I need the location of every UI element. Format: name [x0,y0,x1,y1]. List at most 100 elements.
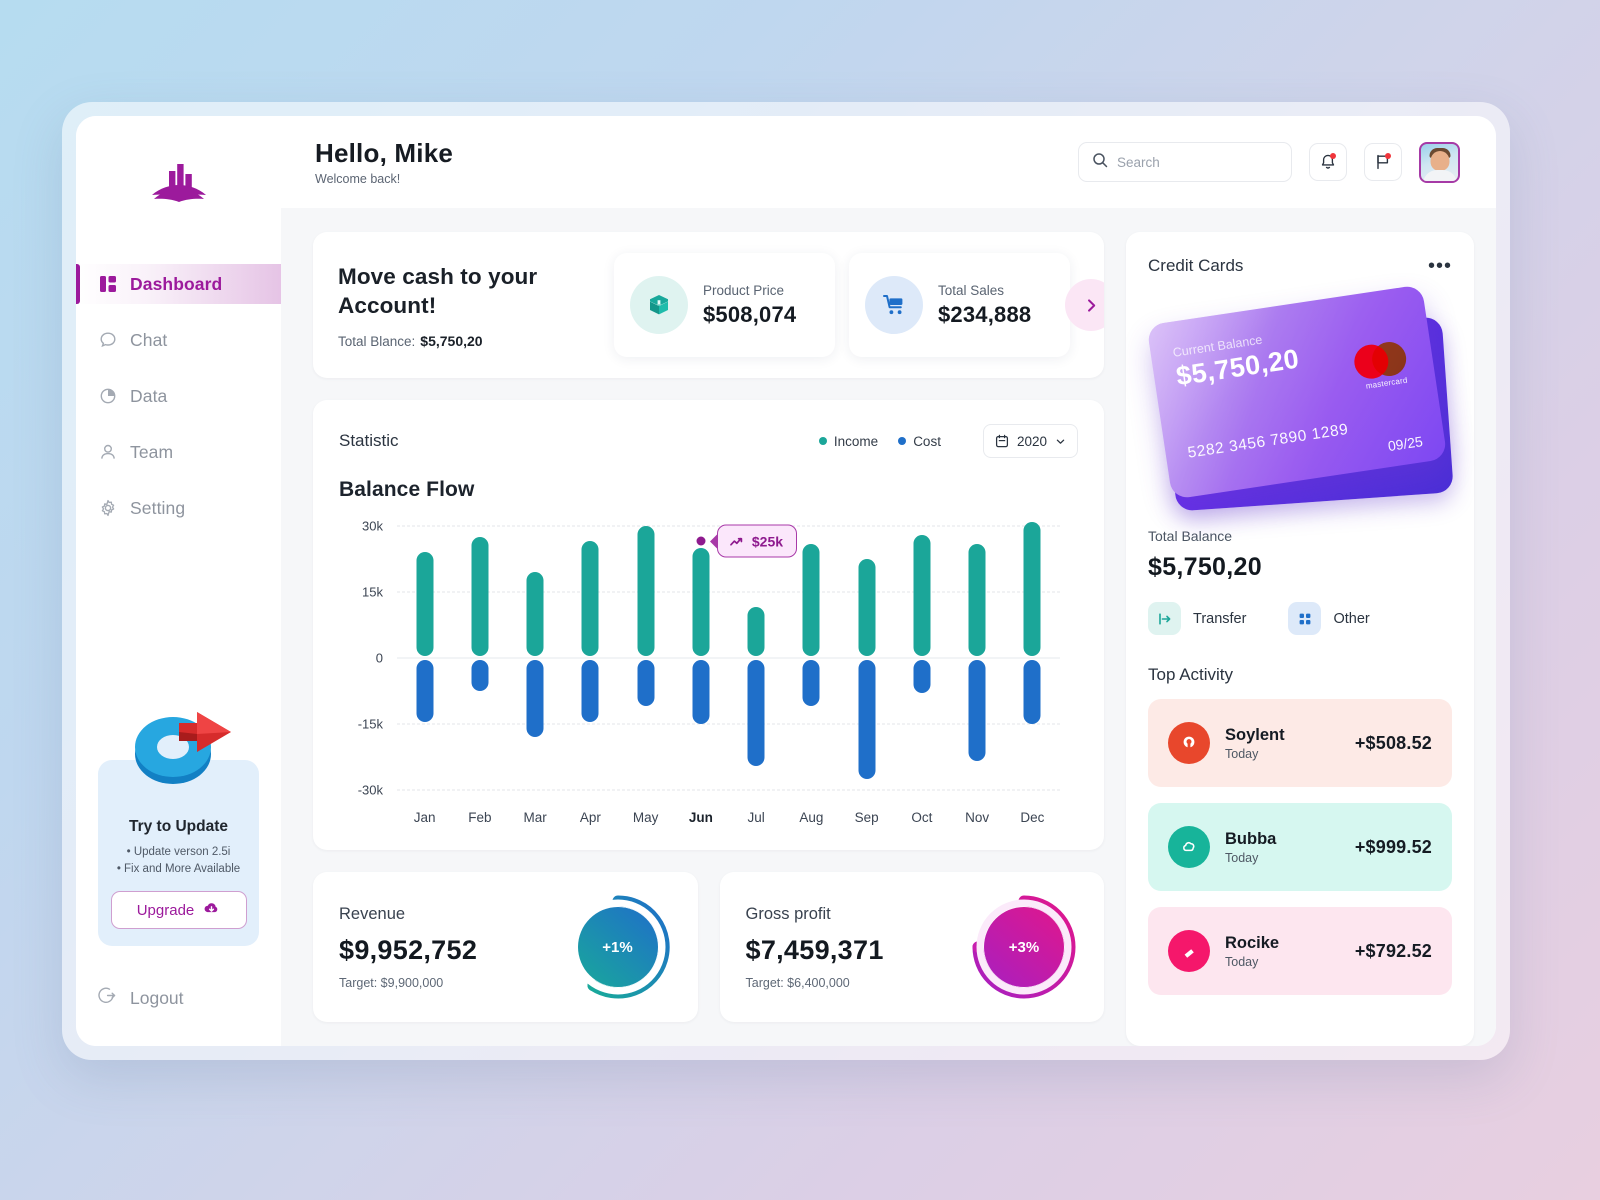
notifications-button[interactable] [1309,143,1347,181]
other-label: Other [1333,610,1370,627]
move-cash-balance-value: $5,750,20 [420,332,483,349]
sidebar-item-data[interactable]: Data [76,376,281,416]
chart-bar-group[interactable]: May [618,526,673,825]
chart-bar-income [526,572,544,657]
chart-annotation-dot [696,536,706,546]
chart-bar-group[interactable]: Mar [508,526,563,825]
app-frame: Dashboard Chat Data Team Setting Try to … [62,102,1510,1060]
chart-legend: Income Cost 2020 [818,424,1078,458]
statistic-header: Statistic Income Cost 2020 [339,424,1078,458]
chart-x-tick: Sep [854,810,879,825]
rocike-logo-icon [1168,930,1210,972]
kpi-label: Revenue [339,904,406,923]
logout-button[interactable]: Logout [76,976,281,1020]
chart-bar-group[interactable]: Sep [839,526,894,825]
kpi-row: Revenue $9,952,752 Target: $9,900,000 +1… [313,872,1104,1046]
year-select[interactable]: 2020 [982,424,1078,458]
chart-bar-cost [913,659,931,694]
move-cash-card: Move cash to your Account! Total Blance:… [313,232,1104,378]
book-chart-logo-icon [151,164,206,202]
chart-bar-cost [416,659,434,722]
chart-bar-group[interactable]: Apr [563,526,618,825]
next-arrow-button[interactable] [1065,279,1104,331]
left-column: Move cash to your Account! Total Blance:… [313,232,1104,1046]
kpi-target: Target: $6,400,000 [745,975,850,990]
bubba-cloud-logo-icon [1168,826,1210,868]
chart-bar-group[interactable]: Oct [894,526,949,825]
app-window: Dashboard Chat Data Team Setting Try to … [76,116,1496,1046]
search-box[interactable] [1078,142,1292,182]
pie-chart-icon [98,387,117,406]
activity-row-bubba[interactable]: Bubba Today +$999.52 [1148,803,1452,891]
package-box-icon [630,276,688,334]
chart-bar-cost [692,659,710,724]
activity-name: Bubba [1225,829,1277,848]
activity-time: Today [1225,746,1259,761]
transfer-button[interactable]: Transfer [1148,602,1246,635]
chart-bar-group[interactable]: Jul [729,526,784,825]
stat-total-sales[interactable]: Total Sales $234,888 [849,253,1070,357]
move-cash-text: Move cash to your Account! Total Blance:… [338,262,600,349]
more-horizontal-icon[interactable]: ••• [1428,256,1452,276]
credit-card-stack[interactable]: Current Balance $5,750,20 mastercard 528… [1146,284,1454,522]
balance-flow-chart: 30k 15k 0 -15k -30k Jan Feb Mar Apr May Jun $25k Ju… [339,516,1078,834]
sidebar-item-label: Dashboard [130,273,223,294]
search-input[interactable] [1117,154,1278,170]
stat-label: Product Price [703,282,785,298]
chart-bar-income [581,541,599,657]
dashboard-grid-icon [98,275,117,294]
shopping-cart-icon [865,276,923,334]
card-expiry: 09/25 [1386,433,1424,455]
activity-row-soylent[interactable]: Soylent Today +$508.52 [1148,699,1452,787]
balance-actions: Transfer Other [1148,602,1452,635]
calendar-icon [995,434,1008,448]
dashboard-content: Move cash to your Account! Total Blance:… [281,208,1496,1046]
chevron-right-icon [1087,298,1095,312]
other-button[interactable]: Other [1288,602,1370,635]
mastercard-logo: mastercard [1352,339,1416,392]
legend-item-cost[interactable]: Cost [898,434,941,449]
activity-text: Bubba Today [1225,830,1276,865]
logout-icon [98,986,117,1010]
soylent-logo-icon [1168,722,1210,764]
sidebar-item-setting[interactable]: Setting [76,488,281,528]
chart-bar-group[interactable]: Nov [950,526,1005,825]
transfer-label: Transfer [1193,610,1247,627]
chart-x-tick: Nov [965,810,990,825]
stat-product-price[interactable]: Product Price $508,074 [614,253,835,357]
kpi-revenue-text: Revenue $9,952,752 Target: $9,900,000 [339,905,477,990]
chart-bar-income [1023,521,1041,657]
chart-bar-income [858,559,876,657]
legend-item-income[interactable]: Income [818,434,878,449]
chevron-down-icon [1056,439,1065,444]
year-select-value: 2020 [1016,433,1047,449]
activity-row-rocike[interactable]: Rocike Today +$792.52 [1148,907,1452,995]
chart-bar-group[interactable]: Jun $25k [673,524,798,825]
upgrade-button[interactable]: Upgrade [111,891,247,929]
chart-bar-group[interactable]: Jan [397,526,452,825]
top-activity-list: Soylent Today +$508.52 Bubba Today +$999… [1148,699,1452,995]
chart-bar-group[interactable]: Dec [1005,521,1060,825]
header-actions [1078,141,1460,183]
activity-amount: +$508.52 [1354,732,1432,753]
chart-bar-group[interactable]: Feb [452,526,507,825]
sidebar-item-team[interactable]: Team [76,432,281,472]
sidebar-item-chat[interactable]: Chat [76,320,281,360]
statistic-title: Statistic [339,431,399,450]
transfer-arrow-icon [1148,602,1181,635]
messages-button[interactable] [1364,143,1402,181]
chart-bar-income [637,526,655,657]
upgrade-button-label: Upgrade [136,901,195,919]
app-logo[interactable] [76,144,281,220]
kpi-value: $9,952,752 [339,934,478,965]
total-balance-value: $5,750,20 [1148,553,1262,581]
stat-label: Total Sales [938,282,1005,298]
chart-bar-cost [1023,659,1041,724]
chart-bar-group[interactable]: Aug [784,526,839,825]
avatar[interactable] [1419,141,1460,183]
chat-bubble-icon [98,331,117,350]
chart-bar-income [747,607,765,657]
sidebar-item-dashboard[interactable]: Dashboard [76,264,281,304]
activity-time: Today [1225,850,1259,865]
activity-name: Rocike [1225,933,1280,952]
